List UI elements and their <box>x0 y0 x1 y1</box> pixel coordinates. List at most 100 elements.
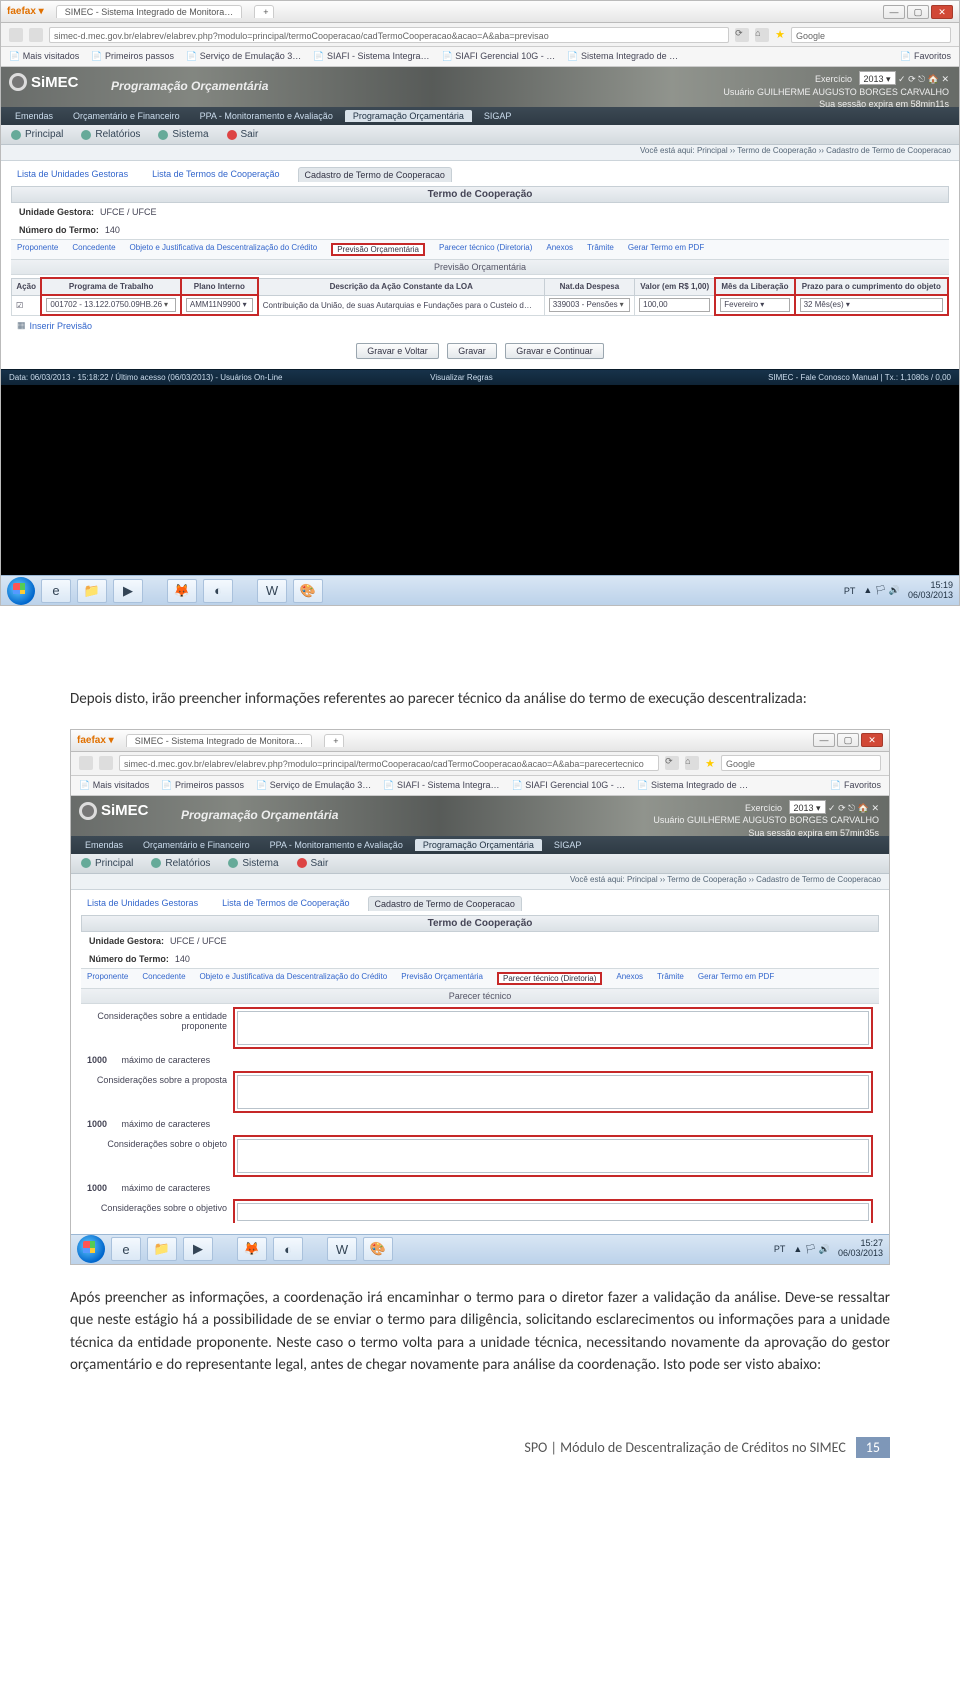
taskbar-word-icon[interactable]: W <box>257 579 287 603</box>
search-box[interactable]: Google <box>791 27 951 43</box>
minimize-button[interactable]: — <box>883 5 905 19</box>
bookmark-item[interactable]: Sistema Integrado de … <box>637 780 748 791</box>
checkbox-icon[interactable]: ☑ <box>16 301 23 310</box>
module-tab[interactable]: Orçamentário e Financeiro <box>135 839 258 851</box>
bookmark-star-icon[interactable] <box>705 757 715 770</box>
firefox-menu[interactable]: faefax ▾ <box>77 735 114 746</box>
section-tab-active[interactable]: Parecer técnico (Diretoria) <box>497 972 602 985</box>
textarea[interactable] <box>237 1075 869 1109</box>
textarea[interactable] <box>237 1203 869 1221</box>
close-button[interactable]: ✕ <box>861 733 883 747</box>
search-box[interactable]: Google <box>721 755 881 771</box>
taskbar-firefox-icon[interactable]: 🦊 <box>167 579 197 603</box>
close-button[interactable]: ✕ <box>931 5 953 19</box>
bookmark-item[interactable]: Mais visitados <box>79 780 149 791</box>
menu-sistema[interactable]: Sistema <box>228 858 278 869</box>
section-tab-active[interactable]: Previsão Orçamentária <box>331 243 425 256</box>
bookmark-item[interactable]: Sistema Integrado de … <box>567 51 678 62</box>
back-icon[interactable] <box>9 28 23 42</box>
subtab[interactable]: Lista de Termos de Cooperação <box>216 896 355 911</box>
section-tab[interactable]: Parecer técnico (Diretoria) <box>439 243 532 256</box>
gravar-voltar-button[interactable]: Gravar e Voltar <box>356 343 439 359</box>
menu-principal[interactable]: Principal <box>11 129 63 140</box>
reload-icon[interactable]: ⟳ <box>665 756 679 770</box>
tray-icons[interactable]: ▲ 🏳 🔊 <box>793 1244 830 1255</box>
taskbar-firefox-icon[interactable]: 🦊 <box>237 1237 267 1261</box>
subtab[interactable]: Lista de Termos de Cooperação <box>146 167 285 182</box>
programa-select[interactable]: 001702 - 13.122.0750.09HB.26 <box>46 298 176 312</box>
subtab[interactable]: Lista de Unidades Gestoras <box>81 896 204 911</box>
natureza-select[interactable]: 339003 - Pensões <box>549 298 630 312</box>
bookmark-item[interactable]: Primeiros passos <box>161 780 244 791</box>
menu-sair[interactable]: Sair <box>227 129 259 140</box>
cell-acao[interactable]: ☑ <box>12 295 42 315</box>
favoritos-label[interactable]: Favoritos <box>900 51 951 62</box>
menu-sair[interactable]: Sair <box>297 858 329 869</box>
inserir-previsao-link[interactable]: Inserir Previsão <box>11 316 949 335</box>
taskbar-player-icon[interactable]: ▶ <box>183 1237 213 1261</box>
section-tab[interactable]: Proponente <box>87 972 128 985</box>
section-tab[interactable]: Trâmite <box>587 243 614 256</box>
gravar-continuar-button[interactable]: Gravar e Continuar <box>505 343 604 359</box>
tray-lang[interactable]: PT <box>844 586 856 596</box>
bookmark-item[interactable]: SIAFI - Sistema Integra… <box>383 780 499 791</box>
module-tab-active[interactable]: Programação Orçamentária <box>345 110 472 122</box>
bookmark-item[interactable]: Mais visitados <box>9 51 79 62</box>
status-center[interactable]: Visualizar Regras <box>430 373 493 382</box>
firefox-menu[interactable]: faefax ▾ <box>7 6 44 17</box>
tray-clock[interactable]: 15:19 06/03/2013 <box>908 581 953 601</box>
bookmark-item[interactable]: SIAFI - Sistema Integra… <box>313 51 429 62</box>
module-tab[interactable]: PPA - Monitoramento e Avaliação <box>262 839 411 851</box>
exercicio-select[interactable]: 2013 ▾ <box>859 71 896 85</box>
section-tab[interactable]: Concedente <box>142 972 185 985</box>
section-tab[interactable]: Proponente <box>17 243 58 256</box>
home-icon[interactable]: ⌂ <box>755 28 769 42</box>
minimize-button[interactable]: — <box>813 733 835 747</box>
tray-icons[interactable]: ▲ 🏳 🔊 <box>863 585 900 596</box>
module-tab[interactable]: Emendas <box>7 110 61 122</box>
bookmark-star-icon[interactable] <box>775 28 785 41</box>
taskbar-unknown-icon[interactable]: ◐ <box>203 579 233 603</box>
section-tab[interactable]: Anexos <box>616 972 643 985</box>
taskbar-paint-icon[interactable]: 🎨 <box>363 1237 393 1261</box>
exercicio-select[interactable]: 2013 ▾ <box>789 800 826 814</box>
module-tab[interactable]: Emendas <box>77 839 131 851</box>
taskbar-ie-icon[interactable]: e <box>111 1237 141 1261</box>
tray-lang[interactable]: PT <box>774 1244 786 1254</box>
valor-input[interactable]: 100,00 <box>639 298 710 312</box>
taskbar-player-icon[interactable]: ▶ <box>113 579 143 603</box>
module-tab[interactable]: SIGAP <box>476 110 520 122</box>
taskbar-ie-icon[interactable]: e <box>41 579 71 603</box>
prazo-select[interactable]: 32 Mês(es) ▾ <box>800 298 943 312</box>
maximize-button[interactable]: ▢ <box>837 733 859 747</box>
new-tab-button[interactable]: + <box>324 734 344 747</box>
subtab-active[interactable]: Cadastro de Termo de Cooperacao <box>298 167 452 182</box>
subtab-active[interactable]: Cadastro de Termo de Cooperacao <box>368 896 522 911</box>
new-tab-button[interactable]: + <box>254 5 274 18</box>
section-tab[interactable]: Trâmite <box>657 972 684 985</box>
plano-select[interactable]: AMM11N9900 ▾ <box>186 298 253 312</box>
address-bar[interactable]: simec-d.mec.gov.br/elabrev/elabrev.php?m… <box>49 27 729 43</box>
home-icon[interactable]: ⌂ <box>685 756 699 770</box>
module-tab[interactable]: Orçamentário e Financeiro <box>65 110 188 122</box>
menu-principal[interactable]: Principal <box>81 858 133 869</box>
taskbar-explorer-icon[interactable]: 📁 <box>147 1237 177 1261</box>
menu-sistema[interactable]: Sistema <box>158 129 208 140</box>
bookmark-item[interactable]: Primeiros passos <box>91 51 174 62</box>
bookmark-item[interactable]: SIAFI Gerencial 10G - … <box>512 780 626 791</box>
section-tab[interactable]: Gerar Termo em PDF <box>628 243 704 256</box>
menu-relatorios[interactable]: Relatórios <box>81 129 140 140</box>
section-tab[interactable]: Anexos <box>546 243 573 256</box>
module-tab-active[interactable]: Programação Orçamentária <box>415 839 542 851</box>
start-button[interactable] <box>77 1235 105 1263</box>
browser-tab[interactable]: SIMEC - Sistema Integrado de Monitora… <box>126 734 313 747</box>
module-tab[interactable]: PPA - Monitoramento e Avaliação <box>192 110 341 122</box>
bookmark-item[interactable]: SIAFI Gerencial 10G - … <box>442 51 556 62</box>
reload-icon[interactable]: ⟳ <box>735 28 749 42</box>
section-tab[interactable]: Gerar Termo em PDF <box>698 972 774 985</box>
browser-tab[interactable]: SIMEC - Sistema Integrado de Monitora… <box>56 5 243 18</box>
section-tab[interactable]: Previsão Orçamentária <box>401 972 483 985</box>
start-button[interactable] <box>7 577 35 605</box>
bookmark-item[interactable]: Serviço de Emulação 3… <box>186 51 301 62</box>
address-bar[interactable]: simec-d.mec.gov.br/elabrev/elabrev.php?m… <box>119 755 659 771</box>
